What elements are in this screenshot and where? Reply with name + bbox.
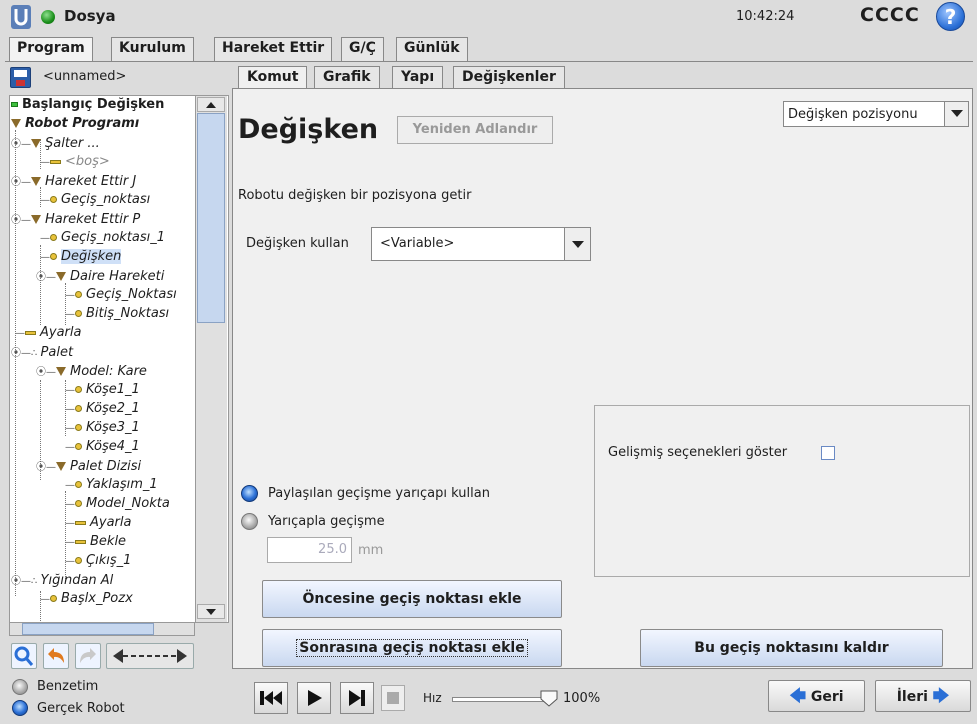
tree-item[interactable]: ⦿— Hareket Ettir P — [11, 211, 140, 227]
variable-label: Değişken kullan — [246, 236, 349, 251]
tab-log[interactable]: Günlük — [396, 37, 468, 61]
play-icon[interactable] — [297, 682, 331, 714]
back-button[interactable]: 🡄 Geri — [768, 680, 865, 712]
tab-graphics[interactable]: Grafik — [314, 66, 380, 89]
stop-icon[interactable] — [381, 685, 405, 711]
tree-item[interactable]: — Köşe2_1 — [65, 401, 140, 416]
status-indicator-icon — [41, 10, 55, 24]
tree-item[interactable]: — Ayarla — [65, 515, 131, 530]
arrow-left-icon: 🡄 — [789, 686, 806, 705]
horizontal-scroll-thumb[interactable] — [22, 623, 154, 635]
save-icon[interactable] — [10, 67, 31, 88]
search-icon[interactable] — [11, 643, 37, 669]
clock: 10:42:24 — [736, 9, 795, 24]
speed-slider-handle[interactable] — [540, 689, 558, 707]
shared-blend-radio[interactable] — [241, 485, 258, 502]
move-arrow-icon[interactable] — [106, 643, 194, 669]
arrow-right-icon: 🡆 — [932, 686, 950, 705]
real-robot-radio[interactable] — [12, 700, 28, 716]
tree-item[interactable]: — Bekle — [65, 534, 126, 549]
tab-structure[interactable]: Yapı — [392, 66, 444, 89]
position-type-value: Değişken pozisyonu — [788, 107, 918, 122]
tree-item[interactable]: — Çıkış_1 — [65, 553, 131, 568]
tree-item[interactable]: ⦿—∴ Palet — [11, 344, 73, 360]
speed-slider[interactable] — [452, 697, 552, 702]
file-menu[interactable]: Dosya — [64, 7, 116, 25]
blend-radius-label: Yarıçapla geçişme — [268, 514, 385, 529]
help-icon[interactable]: ? — [936, 2, 965, 31]
advanced-options-checkbox[interactable] — [821, 446, 835, 460]
add-waypoint-after-button[interactable]: Sonrasına geçiş noktası ekle — [262, 629, 562, 667]
tree-item[interactable]: — Geçiş_Noktası — [65, 287, 177, 302]
remove-waypoint-button[interactable]: Bu geçiş noktasını kaldır — [640, 629, 943, 667]
simulation-label: Benzetim — [37, 679, 99, 694]
ur-logo-icon — [11, 5, 31, 29]
tree-item[interactable]: — Geçiş_noktası — [40, 192, 150, 207]
top-bar — [0, 0, 977, 34]
tab-installation[interactable]: Kurulum — [111, 37, 194, 61]
tab-io[interactable]: G/Ç — [341, 37, 384, 61]
tree-item[interactable]: — <boş> — [40, 154, 110, 169]
step-forward-icon[interactable] — [340, 682, 374, 714]
variable-select-value: <Variable> — [380, 236, 455, 251]
real-robot-label: Gerçek Robot — [37, 701, 125, 716]
tab-command[interactable]: Komut — [238, 66, 308, 90]
tree-item[interactable]: — Köşe4_1 — [65, 439, 140, 454]
tree-item[interactable]: — Köşe3_1 — [65, 420, 140, 435]
tree-item[interactable]: — Köşe1_1 — [65, 382, 140, 397]
program-name: <unnamed> — [43, 69, 127, 84]
speed-label: Hız — [423, 691, 442, 705]
description-text: Robotu değişken bir pozisyona getir — [238, 188, 472, 203]
tree-item[interactable]: Başlangıç Değişken — [11, 97, 164, 112]
advanced-options-label: Gelişmiş seçenekleri göster — [608, 445, 788, 460]
speed-value: 100% — [563, 691, 601, 706]
tree-item[interactable]: ⦿— Şalter ... — [11, 135, 100, 151]
tree-item[interactable]: ⦿— Model: Kare — [36, 363, 147, 379]
chevron-down-icon[interactable] — [944, 102, 968, 126]
skip-back-icon[interactable] — [254, 682, 288, 714]
chevron-down-icon[interactable] — [564, 228, 590, 260]
tree-item[interactable]: — Geçiş_noktası_1 — [40, 230, 165, 245]
shared-blend-label: Paylaşılan geçişme yarıçapı kullan — [268, 486, 490, 501]
tree-item-selected[interactable]: — Değişken — [40, 249, 122, 264]
simulation-radio[interactable] — [12, 679, 28, 695]
tab-variables[interactable]: Değişkenler — [453, 66, 565, 89]
tree-item[interactable]: ⦿— Daire Hareketi — [36, 268, 164, 284]
tree-item[interactable]: — Yaklaşım_1 — [65, 477, 158, 492]
tree-item[interactable]: — Bitiş_Noktası — [65, 306, 169, 321]
scroll-down-button[interactable] — [197, 604, 225, 619]
blend-radius-input[interactable]: 25.0 — [267, 537, 352, 563]
tree-item[interactable]: — Başlx_Pozx — [40, 591, 133, 606]
tree-item[interactable]: — Model_Nokta — [65, 496, 170, 511]
undo-icon[interactable] — [43, 643, 69, 669]
redo-icon[interactable] — [75, 643, 101, 669]
page-title: Değişken — [238, 114, 379, 145]
add-waypoint-before-button[interactable]: Öncesine geçiş noktası ekle — [262, 580, 562, 618]
tab-program[interactable]: Program — [9, 37, 93, 62]
tree-item[interactable]: ⦿—∴ Yığından Al — [11, 572, 113, 588]
tree-item[interactable]: ⦿— Palet Dizisi — [36, 458, 141, 474]
tree-item[interactable]: Robot Programı — [11, 116, 139, 131]
next-button[interactable]: İleri 🡆 — [875, 680, 971, 712]
blend-radius-radio[interactable] — [241, 513, 258, 530]
robot-name: CCCC — [860, 4, 920, 26]
advanced-options-box — [594, 405, 970, 577]
tree-item[interactable]: ⦿— Hareket Ettir J — [11, 173, 136, 189]
tree-item[interactable]: — Ayarla — [15, 325, 81, 340]
rename-button[interactable]: Yeniden Adlandır — [397, 116, 553, 144]
scroll-up-button[interactable] — [197, 97, 225, 112]
scroll-thumb[interactable] — [197, 113, 225, 323]
tab-move[interactable]: Hareket Ettir — [214, 37, 333, 61]
radius-unit: mm — [358, 543, 384, 558]
